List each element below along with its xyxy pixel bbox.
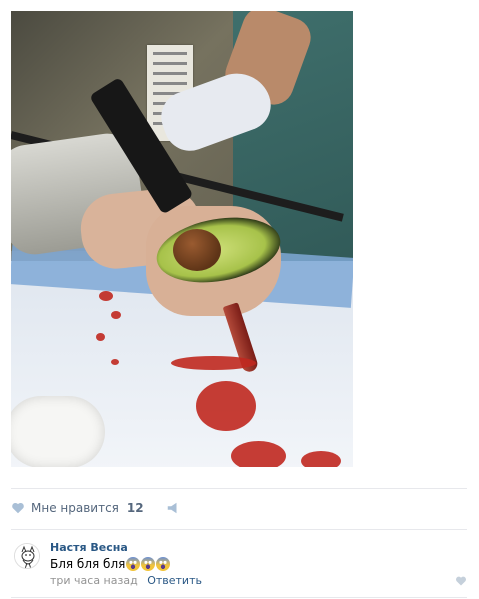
photo-blood xyxy=(196,381,256,431)
comment-author[interactable]: Настя Весна xyxy=(50,541,128,554)
scream-emoji-icon xyxy=(126,557,141,571)
like-count: 12 xyxy=(126,501,144,515)
like-label: Мне нравится xyxy=(31,501,119,515)
photo-blood xyxy=(111,359,119,365)
divider xyxy=(11,529,467,530)
comment-like-icon[interactable] xyxy=(455,575,467,587)
comment-text: Бля бля бля xyxy=(50,557,171,571)
scream-emoji-icon xyxy=(156,557,171,571)
comment-body: Бля бля бля xyxy=(50,557,126,571)
photo-blood xyxy=(301,451,341,467)
post-actions: Мне нравится 12 xyxy=(11,496,180,520)
photo-blood xyxy=(111,311,121,319)
comment-time[interactable]: три часа назад xyxy=(50,574,138,587)
divider xyxy=(11,488,467,489)
scream-emoji-icon xyxy=(141,557,156,571)
like-button[interactable]: Мне нравится 12 xyxy=(11,501,144,515)
photo-blood xyxy=(96,333,105,341)
comment: Настя Весна Бля бля бля три часа назад О… xyxy=(14,539,469,591)
photo-blood xyxy=(171,356,256,370)
reply-link[interactable]: Ответить xyxy=(147,574,202,587)
avatar[interactable] xyxy=(14,543,40,569)
photo-blood xyxy=(99,291,113,301)
photo-blood xyxy=(231,441,286,467)
heart-icon xyxy=(12,502,24,514)
divider xyxy=(11,597,467,598)
post-photo[interactable] xyxy=(11,11,353,467)
share-icon[interactable] xyxy=(166,501,180,515)
photo-gauze xyxy=(11,396,105,467)
photo-avocado-pit xyxy=(173,229,221,271)
comment-meta: три часа назад Ответить xyxy=(50,574,202,587)
cat-avatar-icon xyxy=(15,544,39,568)
